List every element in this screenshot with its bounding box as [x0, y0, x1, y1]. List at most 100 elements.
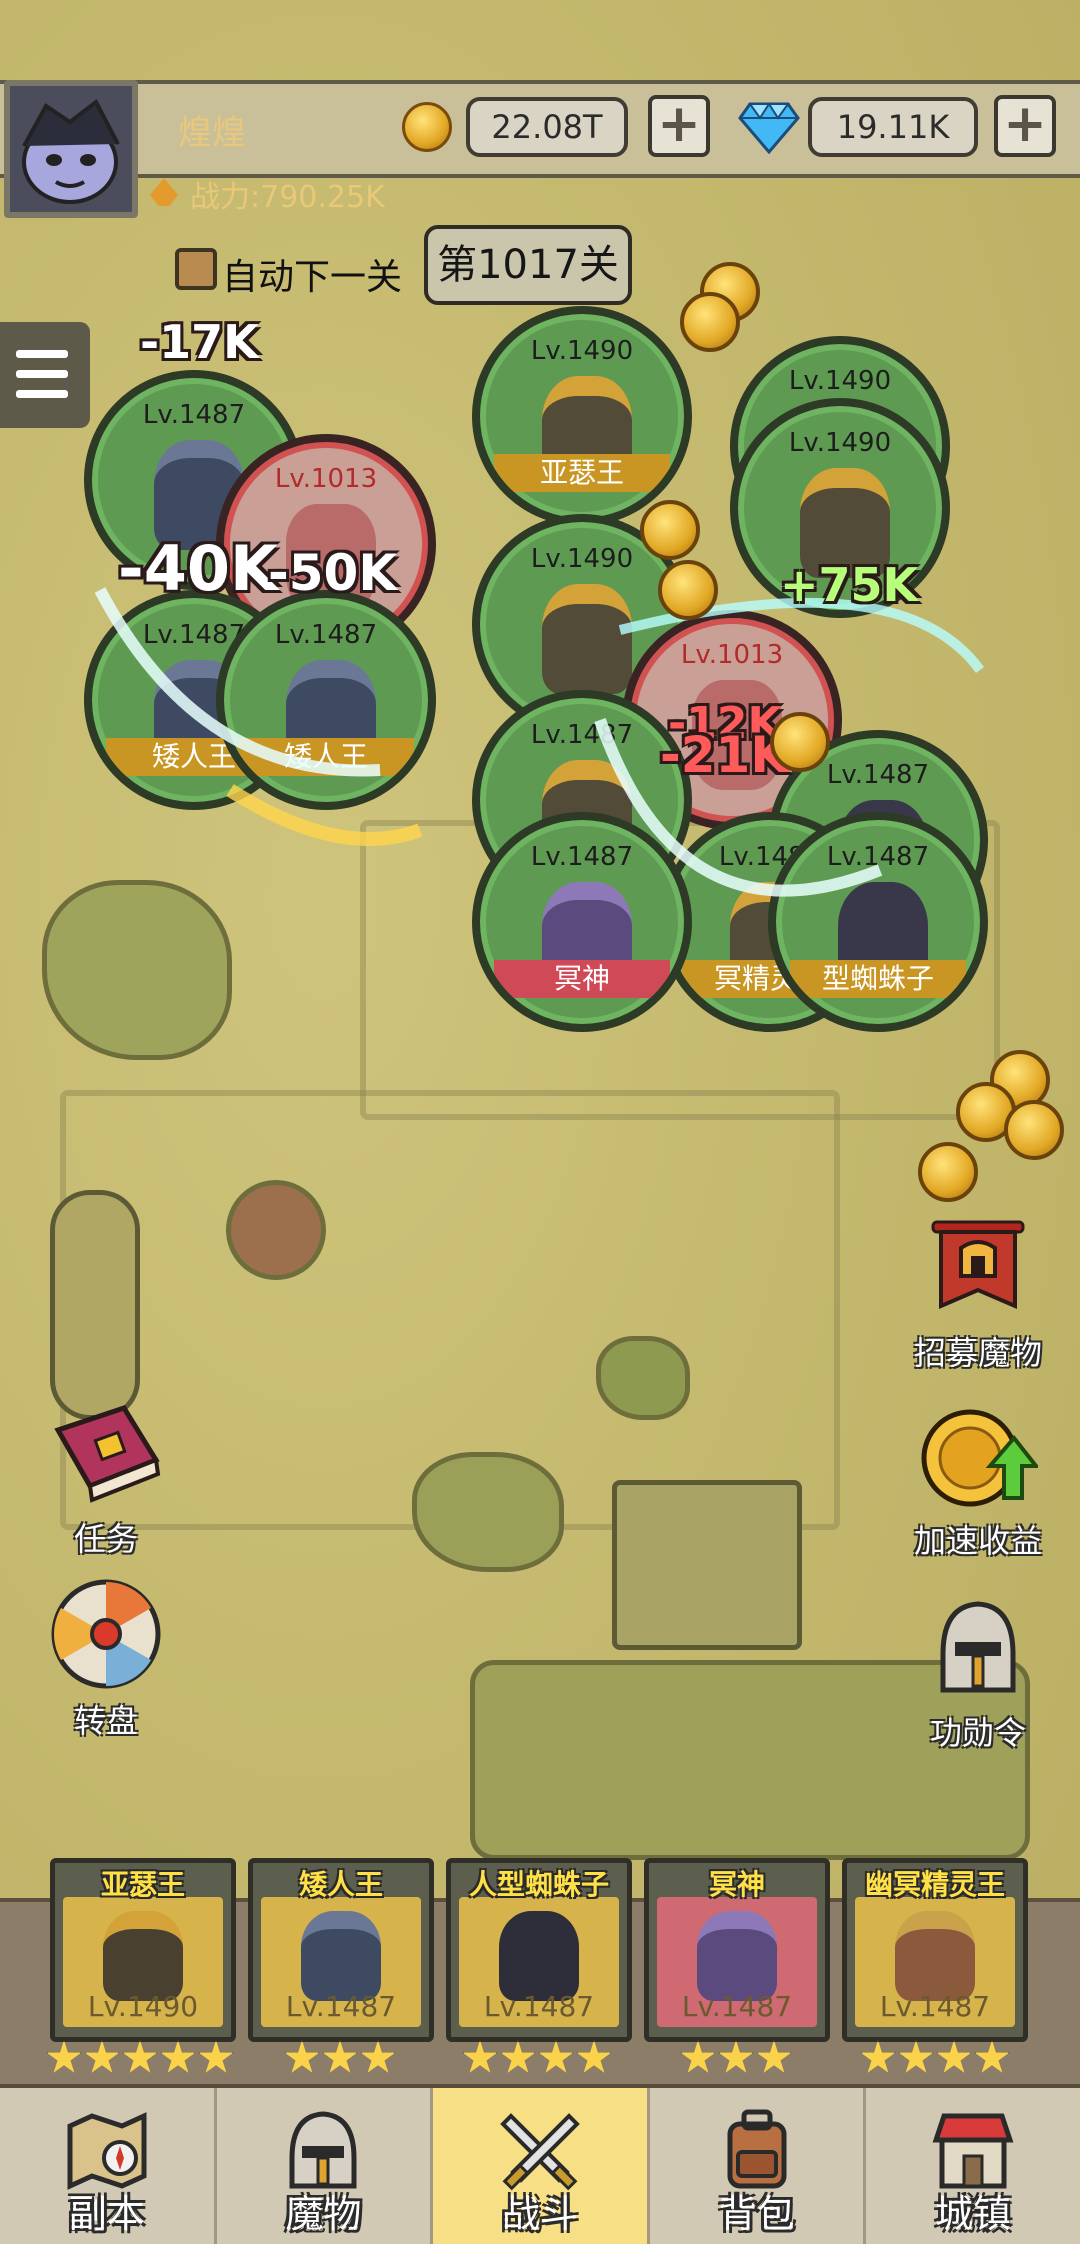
hero-stars — [462, 2040, 612, 2080]
star-icon — [284, 2040, 320, 2073]
combat-power: 战力:790.25K — [190, 180, 385, 215]
unit-name: 冥神 — [494, 960, 670, 998]
unit-level: Lv.1490 — [788, 366, 892, 396]
star-icon — [500, 2040, 536, 2073]
stage-number: 第1017关 — [424, 225, 632, 305]
star-icon — [538, 2040, 574, 2073]
tab-label: 副本 — [68, 2192, 145, 2236]
unit-name: 型蜘蛛子 — [790, 960, 966, 998]
bottom-navigation: 副本 魔物 战斗 背包 城镇 — [0, 2084, 1080, 2244]
gold-amount: 22.08T — [466, 97, 628, 157]
knight-helmet-icon — [940, 1601, 1016, 1693]
recruit-monster-label: 招募魔物 — [913, 1334, 1042, 1372]
merit-order-button[interactable]: 功勋令 — [898, 1594, 1058, 1754]
hero-stars — [860, 2040, 1010, 2080]
star-icon — [160, 2040, 196, 2073]
star-icon — [462, 2040, 498, 2073]
map-cactus — [50, 1190, 140, 1420]
player-name: 煌煌 — [178, 113, 246, 153]
player-avatar[interactable] — [4, 80, 138, 218]
star-icon — [122, 2040, 158, 2073]
add-gold-button[interactable]: + — [648, 95, 710, 157]
damage-number: -17K — [140, 315, 259, 369]
hero-card[interactable]: 幽冥精灵王 Lv.1487 — [842, 1858, 1028, 2042]
star-icon — [680, 2040, 716, 2073]
tab-town[interactable]: 城镇 — [866, 2088, 1080, 2244]
damage-number: -50K — [268, 544, 398, 602]
hero-name: 矮人王 — [298, 1868, 383, 1901]
unit-level: Lv.1490 — [788, 428, 892, 458]
hero-card[interactable]: 人型蜘蛛子 Lv.1487 — [446, 1858, 632, 2042]
menu-button[interactable] — [0, 322, 90, 428]
auto-next-checkbox[interactable] — [175, 248, 217, 290]
gold-coin-icon — [770, 712, 830, 772]
damage-number: -40K — [118, 532, 279, 605]
lucky-wheel-button[interactable]: 转盘 — [36, 1576, 176, 1742]
gold-coin-icon — [402, 102, 452, 152]
quest-button[interactable]: 任务 — [36, 1400, 176, 1560]
tab-label: 战斗 — [501, 2192, 578, 2236]
star-icon — [860, 2040, 896, 2073]
add-gems-button[interactable]: + — [994, 95, 1056, 157]
banner-helmet-icon — [931, 1220, 1025, 1310]
star-icon — [322, 2040, 358, 2073]
avatar-face-icon — [10, 86, 132, 212]
speed-up-income-button[interactable]: 加速收益 — [888, 1402, 1068, 1562]
elf-figure — [895, 1911, 975, 2001]
star-icon — [46, 2040, 82, 2073]
tab-dungeon[interactable]: 副本 — [0, 2088, 217, 2244]
quest-label: 任务 — [73, 1520, 138, 1558]
quest-book-icon — [54, 1405, 161, 1503]
hero-name: 冥神 — [708, 1868, 765, 1901]
coin-arrow-icon — [921, 1409, 1041, 1507]
dwarf-figure — [301, 1911, 381, 2001]
menu-icon — [16, 390, 68, 398]
unit-level: Lv.1490 — [530, 336, 634, 366]
star-icon — [198, 2040, 234, 2073]
heal-number: +75K — [780, 558, 919, 612]
hero-card[interactable]: 冥神 Lv.1487 — [644, 1858, 830, 2042]
hero-level: Lv.1487 — [285, 1990, 397, 2023]
tab-label: 魔物 — [285, 2192, 362, 2236]
diamond-icon — [738, 102, 800, 154]
star-icon — [718, 2040, 754, 2073]
map-tree-stump — [226, 1180, 326, 1280]
map-pond — [412, 1452, 564, 1572]
unit-level: Lv.1487 — [142, 400, 246, 430]
knight-figure — [103, 1911, 183, 2001]
map-house — [612, 1480, 802, 1650]
recruit-monster-button[interactable]: 招募魔物 — [888, 1214, 1068, 1374]
menu-icon — [16, 370, 68, 378]
gold-coin-icon — [680, 292, 740, 352]
hero-level: Lv.1490 — [87, 1990, 199, 2023]
gold-coin-icon — [1004, 1100, 1064, 1160]
merit-order-label: 功勋令 — [929, 1714, 1026, 1752]
tab-backpack[interactable]: 背包 — [650, 2088, 867, 2244]
spider-figure — [499, 1911, 579, 2001]
hero-name: 人型蜘蛛子 — [468, 1868, 609, 1901]
tab-label: 城镇 — [935, 2192, 1012, 2236]
tab-monsters[interactable]: 魔物 — [217, 2088, 434, 2244]
star-icon — [360, 2040, 396, 2073]
hero-stars — [284, 2040, 396, 2080]
hero-card[interactable]: 亚瑟王 Lv.1490 — [50, 1858, 236, 2042]
auto-next-label: 自动下一关 — [222, 257, 403, 298]
hero-level: Lv.1487 — [879, 1990, 991, 2023]
star-icon — [756, 2040, 792, 2073]
hero-card[interactable]: 矮人王 Lv.1487 — [248, 1858, 434, 2042]
lucky-wheel-label: 转盘 — [73, 1702, 138, 1740]
hero-level: Lv.1487 — [483, 1990, 595, 2023]
gold-coin-icon — [658, 560, 718, 620]
star-icon — [576, 2040, 612, 2073]
gold-coin-icon — [918, 1142, 978, 1202]
hero-stars — [46, 2040, 234, 2080]
hero-name: 幽冥精灵王 — [864, 1868, 1005, 1901]
hero-level: Lv.1487 — [681, 1990, 793, 2023]
tab-label: 背包 — [718, 2192, 795, 2236]
star-icon — [84, 2040, 120, 2073]
tab-battle[interactable]: 战斗 — [433, 2088, 650, 2244]
lucky-wheel-icon — [51, 1579, 161, 1689]
hero-stars — [680, 2040, 792, 2080]
speed-up-income-label: 加速收益 — [913, 1522, 1042, 1560]
star-icon — [898, 2040, 934, 2073]
